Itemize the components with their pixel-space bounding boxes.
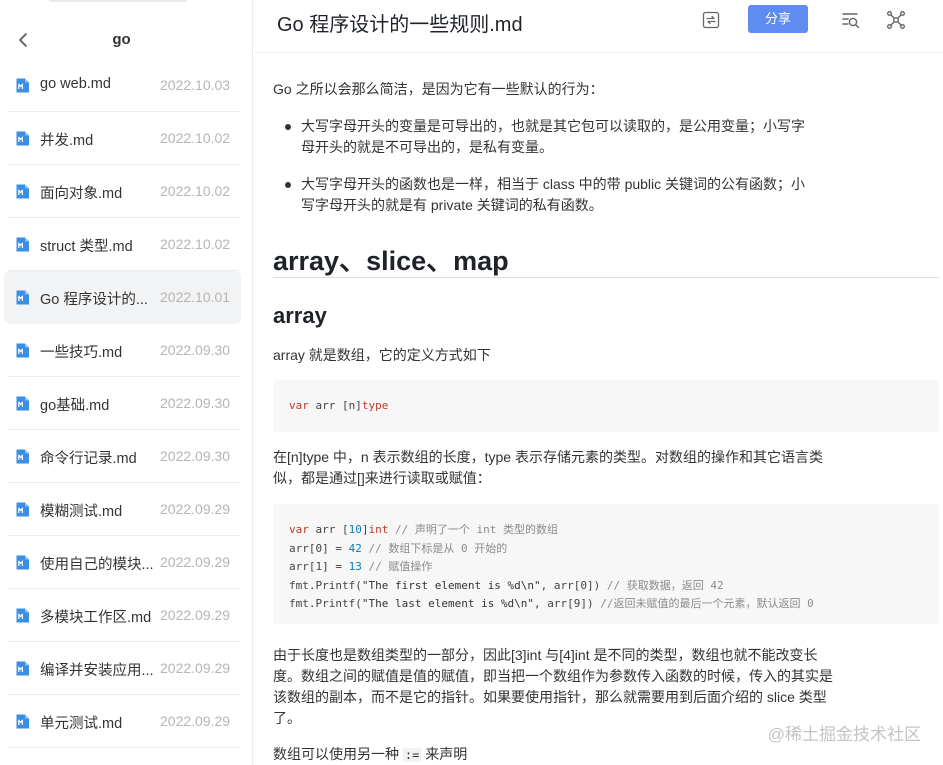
code-line: arr[0] = 42 // 数组下标是从 0 开始的 [289, 542, 508, 555]
file-date: 2022.09.30 [160, 395, 231, 411]
folder-title: go [112, 31, 131, 48]
paragraph-line: 似，都是通过[]来进行读取或赋值： [273, 470, 491, 486]
file-list-item[interactable]: go基础.md 2022.09.30 [4, 377, 241, 430]
bullet-line: 大写字母开头的函数也是一样，相当于 class 中的带 public 关键词的公… [301, 176, 806, 192]
file-list: go web.md 2022.10.03 并发.md 2022.10.02 面向对象.m… [0, 59, 252, 748]
outline-search-icon[interactable] [840, 9, 862, 31]
file-list-item[interactable]: 单元测试.md 2022.09.29 [4, 695, 241, 748]
code-line: arr[1] = 13 // 赋值操作 [289, 560, 433, 573]
sync-icon[interactable] [700, 9, 722, 31]
code-line: var arr [10]int // 声明了一个 int 类型的数组 [289, 523, 558, 536]
mind-map-icon[interactable] [885, 9, 907, 31]
bullet-item: 大写字母开头的函数也是一样，相当于 class 中的带 public 关键词的公… [301, 174, 821, 216]
file-date: 2022.09.29 [160, 554, 231, 570]
file-list-item[interactable]: 并发.md 2022.10.02 [4, 112, 241, 165]
file-list-item[interactable]: 使用自己的模块... 2022.09.29 [4, 536, 241, 589]
markdown-file-icon [16, 661, 29, 676]
file-date: 2022.10.03 [160, 77, 231, 93]
paragraph: 由于长度也是数组类型的一部分，因此[3]int 与[4]int 是不同的类型，数… [273, 645, 843, 729]
file-list-item[interactable]: Go 程序设计的... 2022.10.01 [4, 271, 241, 324]
file-list-item[interactable]: go web.md 2022.10.03 [4, 59, 241, 112]
markdown-file-icon [16, 78, 29, 93]
bullet-item: 大写字母开头的变量是可导出的，也就是其它包可以读取的，是公用变量；小写字 母开头… [301, 116, 821, 158]
file-name: 使用自己的模块... [40, 557, 154, 573]
file-name: 编译并安装应用... [40, 663, 154, 679]
file-date: 2022.09.30 [160, 342, 231, 358]
file-name: Go 程序设计的... [40, 292, 148, 308]
bullet-dot [285, 182, 291, 188]
file-name: 并发.md [40, 133, 94, 149]
file-name: struct 类型.md [40, 239, 133, 255]
file-date: 2022.09.29 [160, 607, 231, 623]
file-name: 多模块工作区.md [40, 610, 152, 626]
sidebar-header: go [0, 20, 252, 60]
document-toolbar: Go 程序设计的一些规则.md 分享 [254, 0, 943, 52]
file-list-item[interactable]: 面向对象.md 2022.10.02 [4, 165, 241, 218]
file-date: 2022.09.30 [160, 448, 231, 464]
paragraph-line: 在[n]type 中，n 表示数组的长度，type 表示存储元素的类型。对数组的… [273, 449, 823, 465]
bullet-line: 写字母开头的就是有 private 关键词的私有函数。 [301, 197, 603, 213]
paragraph-line: 度。数组之间的赋值是值的赋值，即当把一个数组作为参数传入函数的时候，传入的其实是 [273, 668, 833, 684]
bullet-dot [285, 124, 291, 130]
file-list-item[interactable]: 多模块工作区.md 2022.09.29 [4, 589, 241, 642]
document-body: Go 之所以会那么简洁，是因为它有一些默认的行为： 大写字母开头的变量是可导出的… [254, 53, 943, 765]
markdown-file-icon [16, 555, 29, 570]
array-definition-text: array 就是数组，它的定义方式如下 [273, 347, 491, 363]
file-date: 2022.10.01 [160, 289, 231, 305]
file-date: 2022.10.02 [160, 130, 231, 146]
markdown-file-icon [16, 502, 29, 517]
file-name: 单元测试.md [40, 716, 123, 732]
file-list-item[interactable]: 一些技巧.md 2022.09.30 [4, 324, 241, 377]
markdown-file-icon [16, 290, 29, 305]
document-title: Go 程序设计的一些规则.md [277, 14, 523, 36]
paragraph: 数组可以使用另一种 := 来声明 [273, 746, 468, 762]
code-line: fmt.Printf("The last element is %d\n", a… [289, 597, 814, 610]
code-block[interactable]: var arr [10]int // 声明了一个 int 类型的数组 arr[0… [273, 504, 939, 624]
paragraph-line: 了。 [273, 710, 301, 726]
code-block[interactable]: var arr [n]type [273, 380, 939, 432]
file-date: 2022.09.29 [160, 660, 231, 676]
file-list-item[interactable]: 命令行记录.md 2022.09.30 [4, 430, 241, 483]
file-name: 命令行记录.md [40, 451, 137, 467]
watermark: @稀土掘金技术社区 [767, 725, 921, 744]
file-list-item[interactable]: struct 类型.md 2022.10.02 [4, 218, 241, 271]
intro-paragraph: Go 之所以会那么简洁，是因为它有一些默认的行为： [273, 81, 604, 97]
file-date: 2022.10.02 [160, 183, 231, 199]
file-date: 2022.09.29 [160, 713, 231, 729]
markdown-file-icon [16, 237, 29, 252]
bullet-line: 大写字母开头的变量是可导出的，也就是其它包可以读取的，是公用变量；小写字 [301, 118, 805, 134]
file-list-item[interactable]: 模糊测试.md 2022.09.29 [4, 483, 241, 536]
file-name: go web.md [40, 76, 111, 92]
code-line: fmt.Printf("The first element is %d\n", … [289, 579, 724, 592]
markdown-file-icon [16, 608, 29, 623]
paragraph-line: 由于长度也是数组类型的一部分，因此[3]int 与[4]int 是不同的类型，数… [273, 647, 818, 663]
markdown-file-icon [16, 343, 29, 358]
file-name: 一些技巧.md [40, 345, 123, 361]
markdown-file-icon [16, 449, 29, 464]
inline-code: := [402, 748, 422, 762]
bullet-line: 母开头的就是不可导出的，是私有变量。 [301, 139, 553, 155]
file-name: 面向对象.md [40, 186, 123, 202]
subsection-heading: array [273, 303, 327, 328]
markdown-file-icon [16, 131, 29, 146]
scroll-indicator [48, 0, 188, 2]
file-sidebar: go go web.md 2022.10.03 并发.md 2022.10.02 面向对… [0, 0, 253, 765]
markdown-file-icon [16, 396, 29, 411]
markdown-file-icon [16, 714, 29, 729]
file-list-item[interactable]: 编译并安装应用... 2022.09.29 [4, 642, 241, 695]
section-heading: array、slice、map [273, 246, 509, 276]
file-name: 模糊测试.md [40, 504, 123, 520]
paragraph-line: 该数组的副本，而不是它的指针。如果要使用指针，那么就需要用到后面介绍的 slic… [273, 689, 827, 705]
markdown-file-icon [16, 184, 29, 199]
paragraph: 在[n]type 中，n 表示数组的长度，type 表示存储元素的类型。对数组的… [273, 447, 843, 489]
file-date: 2022.10.02 [160, 236, 231, 252]
code-line: var arr [n]type [289, 399, 389, 412]
heading-divider [273, 277, 939, 278]
share-button[interactable]: 分享 [748, 5, 808, 33]
file-date: 2022.09.29 [160, 501, 231, 517]
file-name: go基础.md [40, 398, 110, 414]
